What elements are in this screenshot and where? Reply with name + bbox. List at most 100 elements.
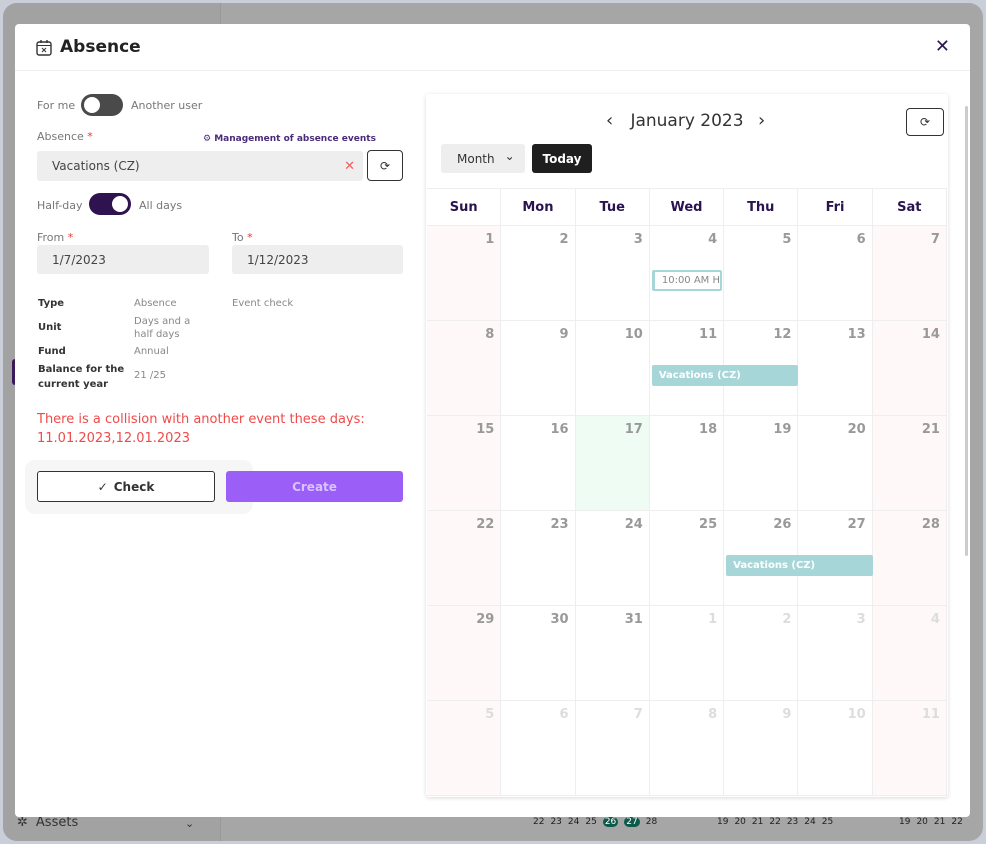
day-cell[interactable]: 24 <box>576 511 650 605</box>
from-date-input[interactable]: 1/7/2023 <box>37 245 209 274</box>
check-button[interactable]: ✓ Check <box>37 471 215 502</box>
absence-label: Absence * <box>37 130 93 143</box>
calendar-refresh-button[interactable]: ⟳ <box>906 108 944 136</box>
assets-icon: ✲ <box>17 815 28 830</box>
next-month-button[interactable]: › <box>758 110 765 131</box>
day-cell[interactable]: 5 <box>724 226 799 320</box>
event-check-label: Event check <box>232 298 294 309</box>
calendar-event[interactable]: Vacations (CZ) <box>726 555 873 576</box>
weekday-tue: Tue <box>576 189 650 225</box>
day-cell[interactable]: 22 <box>427 511 502 605</box>
info-balance-value: 21 /25 <box>134 370 166 381</box>
mini-day: 22 <box>533 817 545 827</box>
calendar-panel: ‹ January 2023 › ⟳ Month ⌄ Today Sun Mon Tu… <box>426 94 948 797</box>
day-cell[interactable]: 29 <box>427 606 502 700</box>
mini-calendar-row: 19 20 21 22 <box>899 817 963 827</box>
week-row: 22 23 24 25 26 27 28 Vacations (CZ) <box>427 511 947 606</box>
weekday-mon: Mon <box>501 189 576 225</box>
info-unit-value: Days and a half days <box>134 316 191 340</box>
day-cell[interactable]: 25 <box>650 511 725 605</box>
day-cell[interactable]: 3 <box>798 606 873 700</box>
create-button[interactable]: Create <box>226 471 403 502</box>
for-me-label: For me <box>37 99 76 112</box>
day-cell[interactable]: 7 <box>872 226 947 320</box>
mini-day: 19 <box>899 817 911 827</box>
mini-day: 19 <box>717 817 729 827</box>
day-cell[interactable]: 8 <box>650 701 725 795</box>
week-row: 15 16 17 18 19 20 21 <box>427 416 947 511</box>
all-days-toggle[interactable] <box>89 193 131 215</box>
weekday-thu: Thu <box>724 189 799 225</box>
day-cell[interactable]: 28 <box>872 511 947 605</box>
day-cell[interactable]: 2 <box>724 606 799 700</box>
day-cell[interactable]: 15 <box>427 416 502 510</box>
dialog-header: Absence ✕ <box>15 24 970 71</box>
day-cell[interactable]: 31 <box>576 606 650 700</box>
settings-icon: ⚙ <box>203 134 212 144</box>
day-cell[interactable]: 9 <box>724 701 799 795</box>
day-cell[interactable]: 11 <box>872 701 947 795</box>
chevron-down-icon: ⌄ <box>504 149 515 163</box>
day-cell[interactable]: 20 <box>798 416 873 510</box>
to-label: To * <box>232 231 253 244</box>
for-me-toggle[interactable] <box>81 94 123 116</box>
mini-day: 24 <box>567 817 580 827</box>
absence-dialog: Absence ✕ For me Another user Absence * … <box>15 24 970 817</box>
day-cell[interactable]: 4 <box>872 606 947 700</box>
day-cell[interactable]: 3 <box>576 226 650 320</box>
day-cell[interactable]: 2 <box>501 226 576 320</box>
calendar-event[interactable]: 10:00 AM H <box>651 270 723 291</box>
day-cell[interactable]: 21 <box>872 416 947 510</box>
day-cell[interactable]: 23 <box>501 511 576 605</box>
to-date-input[interactable]: 1/12/2023 <box>232 245 403 274</box>
close-button[interactable]: ✕ <box>935 36 950 57</box>
week-row: 1 2 3 4 5 6 7 10:00 AM H <box>427 226 947 321</box>
management-link[interactable]: ⚙ Management of absence events <box>203 134 376 144</box>
day-cell[interactable]: 16 <box>501 416 576 510</box>
check-icon: ✓ <box>97 479 108 494</box>
mini-day: 21 <box>751 817 764 827</box>
mini-day: 23 <box>786 817 799 827</box>
another-user-label: Another user <box>131 99 203 112</box>
day-cell[interactable]: 8 <box>427 321 502 415</box>
day-cell[interactable]: 13 <box>798 321 873 415</box>
scrollbar[interactable] <box>965 106 968 556</box>
day-cell[interactable]: 14 <box>872 321 947 415</box>
week-row: 5 6 7 8 9 10 11 <box>427 701 947 796</box>
day-cell[interactable]: 7 <box>576 701 650 795</box>
week-row: 8 9 10 11 12 13 14 Vacations (CZ) <box>427 321 947 416</box>
day-cell[interactable]: 19 <box>724 416 799 510</box>
day-cell[interactable]: 9 <box>501 321 576 415</box>
info-fund-label: Fund <box>38 346 66 357</box>
mini-calendar-row: 19 20 21 22 23 24 25 <box>717 817 833 827</box>
mini-day: 25 <box>585 817 597 827</box>
info-type-label: Type <box>38 298 65 309</box>
view-select[interactable]: Month ⌄ <box>441 144 525 173</box>
day-cell[interactable]: 10 <box>798 701 873 795</box>
day-cell[interactable]: 10 <box>576 321 650 415</box>
day-cell[interactable]: 6 <box>798 226 873 320</box>
clear-icon[interactable]: ✕ <box>344 159 355 174</box>
day-cell[interactable]: 6 <box>501 701 576 795</box>
half-day-label: Half-day <box>37 199 83 212</box>
day-cell[interactable]: 1 <box>427 226 502 320</box>
today-button[interactable]: Today <box>532 144 592 173</box>
day-cell[interactable]: 1 <box>650 606 725 700</box>
refresh-absence-button[interactable]: ⟳ <box>367 150 403 181</box>
weekday-sun: Sun <box>427 189 502 225</box>
info-balance-label: Balance for the current year <box>38 364 125 390</box>
dialog-title: Absence <box>60 37 141 57</box>
day-cell[interactable]: 5 <box>427 701 502 795</box>
absence-select[interactable]: Vacations (CZ) ✕ <box>37 151 363 181</box>
day-cell[interactable]: 18 <box>650 416 725 510</box>
mini-day: 25 <box>821 817 834 827</box>
sidebar-item-assets[interactable]: ✲ Assets <box>17 815 78 830</box>
day-cell[interactable]: 17 <box>575 416 650 510</box>
weekday-fri: Fri <box>798 189 873 225</box>
calendar-event[interactable]: Vacations (CZ) <box>651 365 799 386</box>
mini-day: 24 <box>804 817 816 827</box>
weekday-header: Sun Mon Tue Wed Thu Fri Sat <box>427 188 947 226</box>
mini-calendar-row: 22 23 24 25 26 27 28 <box>533 817 657 827</box>
day-cell[interactable]: 30 <box>501 606 576 700</box>
mini-day: 22 <box>769 817 781 827</box>
